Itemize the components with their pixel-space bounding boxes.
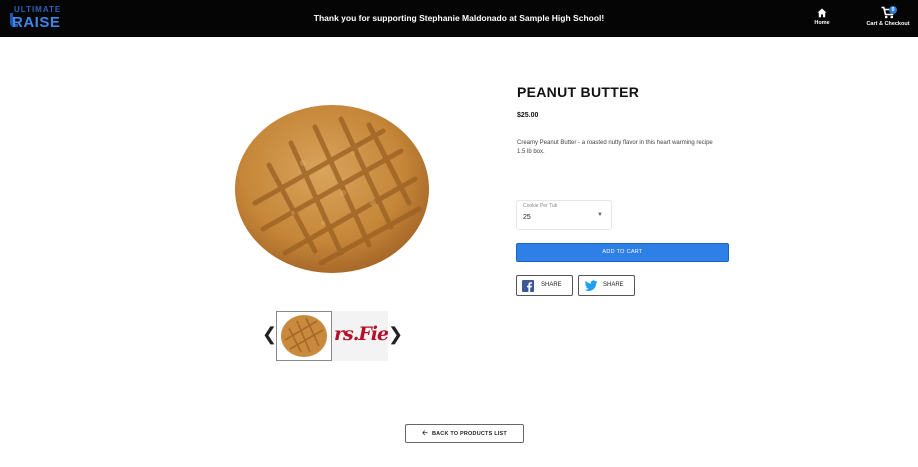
- product-price: $25.00: [517, 112, 539, 119]
- home-icon: [817, 8, 827, 18]
- arrow-left-icon: 🡠: [422, 430, 428, 437]
- supporter-message: Thank you for supporting Stephanie Maldo…: [313, 13, 605, 23]
- cart-label: Cart & Checkout: [866, 21, 910, 27]
- twitter-share-button[interactable]: SHARE: [578, 275, 635, 296]
- add-to-cart-button[interactable]: ADD TO CART: [516, 243, 729, 262]
- twitter-share-label: SHARE: [603, 282, 624, 288]
- select-value: 25: [523, 214, 531, 221]
- facebook-share-label: SHARE: [541, 282, 562, 288]
- twitter-icon: [584, 280, 598, 291]
- cart-count-badge: 0: [889, 6, 897, 14]
- cookie-thumbnail-image: [281, 315, 327, 357]
- product-description: Creamy Peanut Butter - a roasted nutty f…: [517, 139, 732, 157]
- chevron-right-icon[interactable]: ❯: [388, 325, 403, 343]
- brand-logo-text: rs.Fiela: [334, 323, 388, 345]
- home-label: Home: [814, 20, 830, 26]
- select-label: Cookie Per Tub: [523, 203, 558, 209]
- back-to-products-button[interactable]: 🡠 BACK TO PRODUCTS LIST: [405, 424, 524, 443]
- facebook-share-button[interactable]: SHARE: [516, 275, 573, 296]
- caret-down-icon: ▼: [597, 212, 603, 218]
- back-to-products-label: BACK TO PRODUCTS LIST: [431, 431, 507, 437]
- thumbnail-brand-logo[interactable]: rs.Fiela: [332, 311, 388, 361]
- thumbnail-cookie[interactable]: [276, 311, 332, 361]
- description-size: 1.5 lb box.: [517, 149, 545, 155]
- description-text: Creamy Peanut Butter - a roasted nutty f…: [517, 140, 713, 146]
- image-thumbnail-carousel: ❮ rs.Fiela ❯: [262, 311, 403, 361]
- facebook-icon: [522, 280, 534, 292]
- cart-checkout-button[interactable]: 0 Cart & Checkout: [860, 6, 916, 27]
- top-navbar: ULTIMATE RAISE Thank you for supporting …: [0, 0, 918, 37]
- chevron-left-icon[interactable]: ❮: [262, 325, 277, 343]
- product-title: PEANUT BUTTER: [517, 84, 640, 100]
- cookie-per-tub-select[interactable]: Cookie Per Tub 25 ▼: [516, 200, 612, 230]
- home-nav-button[interactable]: Home: [808, 8, 836, 26]
- product-main-image: [235, 105, 429, 273]
